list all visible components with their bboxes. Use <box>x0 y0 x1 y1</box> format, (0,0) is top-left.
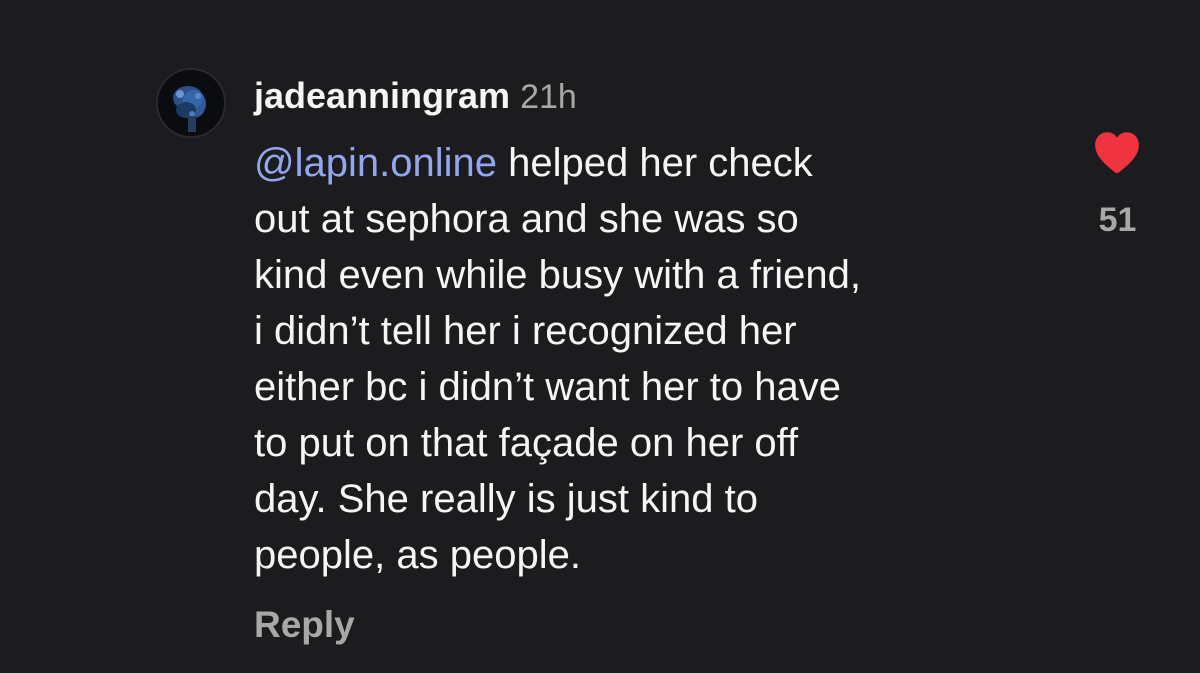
comment-line-text: helped her check <box>497 141 813 185</box>
username[interactable]: jadeanningram <box>254 75 510 116</box>
timestamp: 21h <box>520 78 577 116</box>
heart-icon <box>1095 132 1139 174</box>
profile-avatar-icon <box>158 70 224 136</box>
comment-line: people, as people. <box>254 533 581 577</box>
comment-line: out at sephora and she was so <box>254 197 799 241</box>
like-button[interactable] <box>1092 128 1142 176</box>
comment-line: kind even while busy with a friend, <box>254 253 861 297</box>
comment-text: @lapin.online helped her check out at se… <box>254 135 1054 583</box>
comment-line: day. She really is just kind to <box>254 477 758 521</box>
comment: jadeanningram 21h @lapin.online helped he… <box>0 0 1200 673</box>
mention-link[interactable]: @lapin.online <box>254 141 497 185</box>
comment-header: jadeanningram 21h <box>254 74 577 118</box>
avatar[interactable] <box>156 68 226 138</box>
comment-line: to put on that façade on her off <box>254 421 799 465</box>
comment-line: i didn’t tell her i recognized her <box>254 309 797 353</box>
like-count: 51 <box>1098 201 1137 239</box>
reply-button[interactable]: Reply <box>254 598 355 652</box>
comment-line: either bc i didn’t want her to have <box>254 365 842 409</box>
comment-line: @lapin.online helped her check <box>254 135 1054 191</box>
